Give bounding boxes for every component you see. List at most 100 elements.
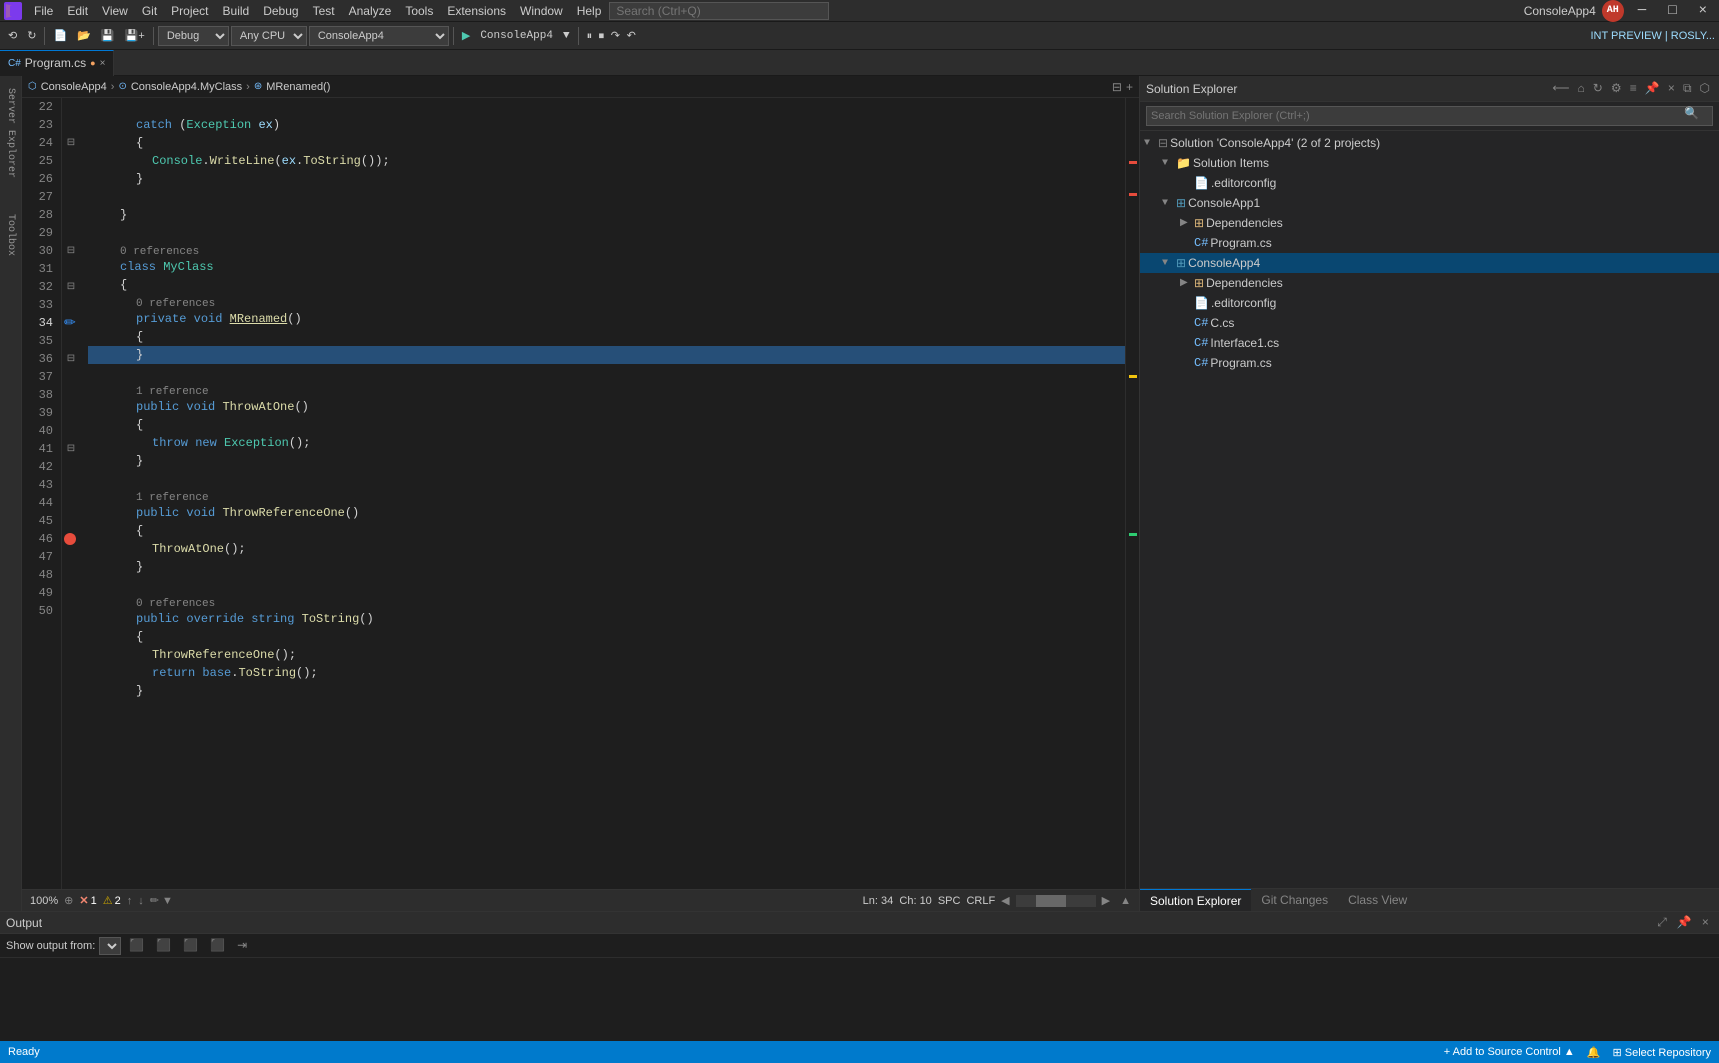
tree-editorconfig-1[interactable]: 📄 .editorconfig: [1140, 173, 1719, 193]
debug-config-dropdown[interactable]: Debug Release: [158, 26, 229, 46]
se-back-btn[interactable]: ⟵: [1549, 79, 1572, 98]
scroll-right[interactable]: ▶: [1102, 894, 1110, 907]
minimize-button[interactable]: ─: [1630, 3, 1654, 19]
tree-solution[interactable]: ▼ ⊟ Solution 'ConsoleApp4' (2 of 2 proje…: [1140, 133, 1719, 153]
nav-up[interactable]: ↑: [127, 895, 133, 907]
se-filter-btn[interactable]: ≡: [1627, 80, 1640, 98]
notification-bell-icon[interactable]: 🔔: [1587, 1046, 1601, 1059]
tree-interface1-cs[interactable]: C# Interface1.cs: [1140, 333, 1719, 353]
platform-dropdown[interactable]: Any CPU: [231, 26, 307, 46]
toolbar-forward[interactable]: ↻: [23, 27, 40, 45]
if1-icon: C#: [1194, 336, 1208, 350]
search-input[interactable]: [609, 2, 829, 20]
menu-project[interactable]: Project: [165, 2, 214, 20]
nav-down[interactable]: ↓: [138, 895, 144, 907]
menu-git[interactable]: Git: [136, 2, 163, 20]
output-wrap-btn[interactable]: ⇥: [233, 938, 251, 953]
tree-solution-items[interactable]: ▼ 📁 Solution Items: [1140, 153, 1719, 173]
line-ending[interactable]: CRLF: [966, 895, 995, 907]
menu-edit[interactable]: Edit: [61, 2, 94, 20]
output-panel-header: Output ⤢ 📌 ×: [0, 912, 1719, 934]
tree-c-cs[interactable]: C# C.cs: [1140, 313, 1719, 333]
menu-analyze[interactable]: Analyze: [343, 2, 398, 20]
output-source-dropdown[interactable]: [99, 937, 121, 955]
tree-program-ca4[interactable]: C# Program.cs: [1140, 353, 1719, 373]
tree-consoleapp1[interactable]: ▼ ⊞ ConsoleApp1: [1140, 193, 1719, 213]
tree-consoleapp4[interactable]: ▼ ⊞ ConsoleApp4: [1140, 253, 1719, 273]
program-cs-tab[interactable]: C# Program.cs ● ×: [0, 50, 114, 76]
menu-help[interactable]: Help: [571, 2, 608, 20]
modified-indicator: ●: [90, 58, 95, 68]
output-justify-btn[interactable]: ⬛: [206, 938, 229, 953]
menu-file[interactable]: File: [28, 2, 59, 20]
user-avatar[interactable]: AH: [1602, 0, 1624, 22]
toolbar-back[interactable]: ⟲: [4, 27, 21, 45]
output-pin-btn[interactable]: 📌: [1673, 915, 1696, 930]
output-align-right-btn[interactable]: ⬛: [179, 938, 202, 953]
tree-dependencies-ca4[interactable]: ▶ ⊞ Dependencies: [1140, 273, 1719, 293]
se-tab-git-changes[interactable]: Git Changes: [1251, 889, 1338, 911]
se-search-input[interactable]: [1146, 106, 1713, 126]
scroll-up[interactable]: ▲: [1120, 895, 1131, 907]
se-refresh-btn[interactable]: ↻: [1590, 79, 1606, 98]
se-float-btn[interactable]: ⧉: [1680, 80, 1695, 98]
code-area[interactable]: catch (Exception ex) { Console.WriteLine…: [80, 98, 1125, 889]
menu-test[interactable]: Test: [307, 2, 341, 20]
code-line-34[interactable]: }: [88, 346, 1125, 364]
breadcrumb-project[interactable]: ConsoleApp4: [41, 81, 107, 93]
se-close-btn[interactable]: ×: [1665, 80, 1678, 98]
tree-program-ca1[interactable]: C# Program.cs: [1140, 233, 1719, 253]
debug-controls[interactable]: ⏸ ⏹ ↷ ↶: [583, 27, 640, 45]
breadcrumb-class[interactable]: ConsoleApp4.MyClass: [131, 81, 242, 93]
output-close-btn[interactable]: ×: [1698, 916, 1713, 930]
se-tab-solution-explorer[interactable]: Solution Explorer: [1140, 889, 1251, 911]
close-button[interactable]: ×: [1691, 3, 1715, 19]
run-dropdown[interactable]: ▼: [559, 28, 574, 44]
encoding[interactable]: SPC: [938, 895, 961, 907]
menu-view[interactable]: View: [96, 2, 134, 20]
tree-dependencies-ca1[interactable]: ▶ ⊞ Dependencies: [1140, 213, 1719, 233]
se-pin-btn[interactable]: 📌: [1642, 79, 1663, 98]
menu-tools[interactable]: Tools: [399, 2, 439, 20]
warning-indicator[interactable]: ⚠ 2: [103, 894, 121, 907]
menu-window[interactable]: Window: [514, 2, 569, 20]
output-panel-toolbar: ⤢ 📌 ×: [1653, 915, 1713, 930]
error-indicator[interactable]: ✕ 1: [79, 894, 96, 907]
tab-bar: C# Program.cs ● ×: [0, 50, 1719, 76]
tree-editorconfig-ca4[interactable]: 📄 .editorconfig: [1140, 293, 1719, 313]
tab-filename: Program.cs: [25, 56, 86, 70]
toolbar-new[interactable]: 📄: [49, 27, 71, 45]
se-home-btn[interactable]: ⌂: [1575, 80, 1588, 98]
tab-close-button[interactable]: ×: [100, 58, 106, 69]
se-tabs: Solution Explorer Git Changes Class View: [1140, 889, 1719, 911]
toolbox-icon[interactable]: Toolbox: [3, 206, 18, 264]
start-button[interactable]: ▶: [458, 27, 474, 45]
se-dock-btn[interactable]: ⬡: [1697, 79, 1713, 98]
select-repository[interactable]: ⊞ Select Repository: [1613, 1046, 1712, 1059]
output-align-center-btn[interactable]: ⬛: [152, 938, 175, 953]
scroll-bar[interactable]: [1016, 895, 1096, 907]
edit-indicator[interactable]: ✏ ▼: [150, 894, 173, 907]
collapse-btn[interactable]: ⊟: [1112, 80, 1122, 94]
maximize-button[interactable]: □: [1660, 3, 1684, 19]
menu-build[interactable]: Build: [217, 2, 256, 20]
toolbar-save[interactable]: 💾: [97, 27, 119, 45]
toolbar-saveall[interactable]: 💾+: [121, 27, 149, 45]
zoom-level[interactable]: 100%: [30, 895, 58, 907]
method-icon: ⊛: [254, 81, 262, 92]
toolbar-open[interactable]: 📂: [73, 27, 95, 45]
expand-btn[interactable]: +: [1126, 80, 1133, 94]
menu-debug[interactable]: Debug: [257, 2, 304, 20]
startup-project-dropdown[interactable]: ConsoleApp4: [309, 26, 449, 46]
menu-extensions[interactable]: Extensions: [441, 2, 512, 20]
add-to-source-control[interactable]: + Add to Source Control ▲: [1444, 1046, 1575, 1058]
se-settings-btn[interactable]: ⚙: [1608, 79, 1625, 98]
output-content: [0, 958, 1719, 1041]
code-line-47: {: [88, 628, 1125, 646]
output-expand-btn[interactable]: ⤢: [1653, 916, 1671, 930]
se-tab-class-view[interactable]: Class View: [1338, 889, 1417, 911]
output-align-left-btn[interactable]: ⬛: [125, 938, 148, 953]
scroll-left[interactable]: ◀: [1001, 894, 1009, 907]
breadcrumb-method[interactable]: MRenamed(): [266, 81, 330, 93]
server-explorer-icon[interactable]: Server Explorer: [3, 80, 18, 186]
